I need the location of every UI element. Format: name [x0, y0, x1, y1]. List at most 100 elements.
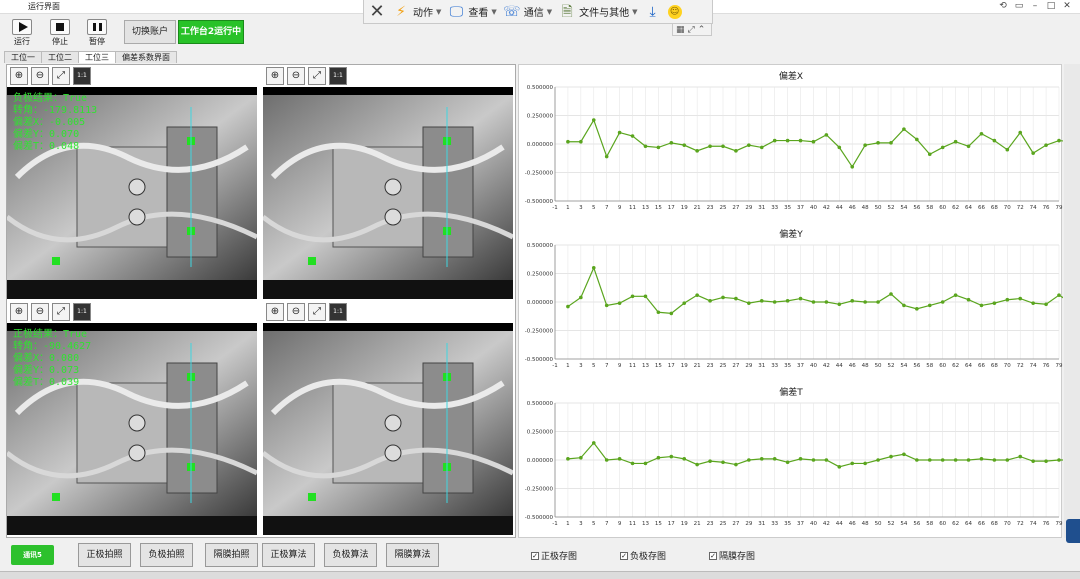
overlay-line: 负极结果：True [13, 93, 88, 104]
zoom-out-icon[interactable]: ⊖ [287, 303, 305, 321]
data-point [966, 297, 971, 302]
x-tick-label: 48 [862, 521, 869, 527]
x-tick-label: 72 [1017, 205, 1024, 211]
actual-size-icon[interactable]: 1:1 [329, 303, 347, 321]
x-tick-label: 44 [836, 521, 843, 527]
zoom-in-icon[interactable]: ⊕ [266, 303, 284, 321]
positive-capture-button[interactable]: 正极拍照 [78, 543, 131, 567]
tab-station-3[interactable]: 工位三 [78, 51, 116, 63]
stop-button[interactable]: 停止 [44, 19, 76, 49]
separator-capture-button[interactable]: 隔膜拍照 [205, 543, 258, 567]
data-point [1044, 302, 1048, 307]
tab-deviation-coeff[interactable]: 偏差系数界面 [115, 51, 177, 63]
image-shape [422, 126, 474, 258]
chart-deviation-x: 偏差X 0.500000 0.250000 0.000000 -0.250000 -0.5… [519, 65, 1063, 221]
y-tick-label: 0.000000 [527, 458, 554, 464]
tile-icon[interactable]: ▭ [1014, 1, 1024, 11]
x-tick-label: 72 [1017, 363, 1024, 369]
side-scrollbar[interactable] [1064, 64, 1080, 538]
x-tick-label: 42 [823, 205, 830, 211]
fit-icon[interactable]: ⤢ [308, 67, 326, 85]
y-tick-label: -0.250000 [525, 487, 554, 493]
x-tick-label: 74 [1030, 521, 1037, 527]
switch-account-button[interactable]: 切换账户 [124, 20, 176, 44]
data-point [682, 301, 687, 305]
checkbox-icon: ✓ [709, 551, 717, 560]
data-point [1044, 459, 1048, 463]
x-tick-label: 11 [629, 205, 636, 211]
x-tick-label: 52 [888, 205, 895, 211]
data-point [630, 461, 635, 466]
data-point [656, 455, 661, 460]
x-tick-label: 48 [862, 363, 869, 369]
positive-algorithm-button[interactable]: 正极算法 [262, 543, 315, 567]
zoom-in-icon[interactable]: ⊕ [10, 67, 28, 85]
zoom-out-icon[interactable]: ⊖ [31, 67, 49, 85]
data-point [630, 294, 635, 299]
x-tick-label: 44 [836, 363, 843, 369]
data-point [966, 144, 971, 149]
comm-status-button[interactable]: 通讯5 [11, 545, 54, 565]
x-tick-label: 58 [926, 363, 933, 369]
y-tick-label: -0.250000 [525, 329, 554, 335]
zoom-out-icon[interactable]: ⊖ [31, 303, 49, 321]
x-tick-label: 37 [797, 363, 804, 369]
fit-icon[interactable]: ⤢ [52, 303, 70, 321]
x-tick-label: 40 [810, 205, 817, 211]
x-tick-label: 21 [694, 521, 701, 527]
camera-tools: ⊕ ⊖ ⤢ 1:1 [7, 301, 94, 323]
y-tick-label: -0.500000 [525, 357, 554, 363]
data-point [785, 138, 790, 143]
maximize-icon[interactable]: □ [1046, 1, 1056, 11]
x-tick-label: 46 [849, 205, 856, 211]
camera-image [263, 87, 513, 299]
separator-algorithm-button[interactable]: 隔膜算法 [386, 543, 439, 567]
restore-icon[interactable]: ⟲ [998, 1, 1008, 11]
chart-deviation-t: 偏差T 0.500000 0.250000 0.000000 -0.250000 -0.5… [519, 381, 1063, 537]
x-tick-label: 60 [939, 363, 946, 369]
negative-algorithm-button[interactable]: 负极算法 [324, 543, 377, 567]
series-line [567, 441, 1063, 468]
data-point [656, 145, 661, 150]
data-point [682, 457, 687, 461]
checkbox-icon: ✓ [620, 551, 628, 560]
fit-icon[interactable]: ⤢ [52, 67, 70, 85]
separator-save-checkbox[interactable]: ✓ 隔膜存图 [709, 549, 755, 562]
x-tick-label: 50 [875, 205, 882, 211]
run-button[interactable]: 运行 [6, 19, 38, 49]
zoom-in-icon[interactable]: ⊕ [10, 303, 28, 321]
actual-size-icon[interactable]: 1:1 [73, 67, 91, 85]
actual-size-icon[interactable]: 1:1 [329, 67, 347, 85]
tab-station-2[interactable]: 工位二 [41, 51, 79, 63]
fit-icon[interactable]: ⤢ [308, 303, 326, 321]
minimize-icon[interactable]: – [1030, 1, 1040, 11]
data-point [798, 296, 803, 301]
status-bar [0, 571, 1080, 579]
data-point [1031, 301, 1035, 305]
zoom-out-icon[interactable]: ⊖ [287, 67, 305, 85]
positive-save-checkbox[interactable]: ✓ 正极存图 [531, 549, 577, 562]
x-tick-label: 27 [732, 363, 739, 369]
negative-save-checkbox[interactable]: ✓ 负极存图 [620, 549, 666, 562]
pause-button[interactable]: 暂停 [81, 19, 113, 49]
camera-image: 正极结果：True 转角：-90.4627 偏差X：0.080 偏差Y：0.073 偏差… [7, 323, 257, 535]
camera-image [263, 323, 513, 535]
close-icon[interactable]: ✕ [1062, 1, 1072, 11]
x-tick-label: 68 [991, 521, 998, 527]
camera-panel: ⊕ ⊖ ⤢ 1:1 负极结果：True 转角：-179.8113 偏差X：-0.005 偏差Y… [6, 64, 516, 538]
detection-marker [308, 257, 316, 265]
x-tick-label: 7 [605, 521, 609, 527]
window-title: 运行界面 [28, 2, 60, 11]
negative-capture-button[interactable]: 负极拍照 [140, 543, 193, 567]
data-point [734, 462, 738, 467]
data-point [915, 458, 919, 462]
x-tick-label: 70 [1004, 363, 1011, 369]
series-line [567, 266, 1063, 315]
tab-station-1[interactable]: 工位一 [4, 51, 42, 63]
x-tick-label: 70 [1004, 521, 1011, 527]
actual-size-icon[interactable]: 1:1 [73, 303, 91, 321]
detection-marker [52, 257, 60, 265]
zoom-in-icon[interactable]: ⊕ [266, 67, 284, 85]
x-tick-label: 21 [694, 205, 701, 211]
stop-label: 停止 [52, 37, 68, 46]
